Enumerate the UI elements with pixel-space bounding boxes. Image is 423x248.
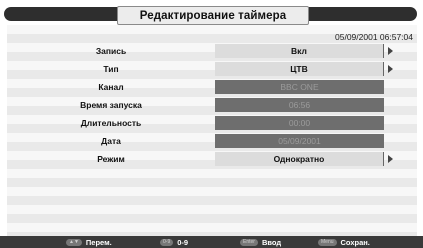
duration-value-field: 00:00: [215, 116, 384, 130]
row-start-time: Время запуска 06:56: [7, 97, 407, 113]
enter-key-icon: Enter: [240, 238, 258, 246]
menu-key-icon: Menu: [318, 238, 337, 246]
row-duration: Длительность 00:00: [7, 115, 407, 131]
hint-label: 0-9: [177, 237, 189, 247]
row-label: Запись: [95, 46, 127, 56]
type-value-field[interactable]: ЦТВ: [215, 62, 384, 76]
row-date: Дата 05/09/2001: [7, 133, 407, 149]
row-record[interactable]: Запись Вкл: [7, 43, 407, 59]
hint-enter: Enter Ввод: [240, 237, 282, 247]
hint-label: Перем.: [85, 237, 112, 247]
row-type[interactable]: Тип ЦТВ: [7, 61, 407, 77]
row-channel: Канал BBC ONE: [7, 79, 407, 95]
arrow-right-icon[interactable]: [388, 155, 393, 163]
row-mode[interactable]: Режим Однократно: [7, 151, 407, 167]
record-value-field[interactable]: Вкл: [215, 44, 384, 58]
updown-key-icon: ▲▼: [66, 238, 82, 246]
key-hints-bar: ▲▼ Перем. 0-9 0-9 Enter Ввод Menu Сохран…: [0, 236, 423, 248]
page-title: Редактирование таймера: [117, 6, 309, 25]
hint-digits: 0-9 0-9: [160, 237, 189, 247]
digits-key-icon: 0-9: [160, 238, 174, 246]
channel-value-field: BBC ONE: [215, 80, 384, 94]
row-label: Длительность: [80, 118, 142, 128]
start-time-value-field: 06:56: [215, 98, 384, 112]
current-datetime: 05/09/2001 06:57:04: [335, 32, 413, 42]
timer-edit-panel: 05/09/2001 06:57:04 Запись Вкл Тип ЦТВ К…: [7, 25, 417, 236]
row-label: Тип: [103, 64, 119, 74]
arrow-right-icon[interactable]: [388, 65, 393, 73]
hint-label: Сохран.: [340, 237, 370, 247]
date-value-field: 05/09/2001: [215, 134, 384, 148]
row-label: Время запуска: [80, 100, 142, 110]
row-label: Режим: [97, 154, 125, 164]
hint-label: Ввод: [261, 237, 282, 247]
hint-save: Menu Сохран.: [318, 237, 370, 247]
hint-navigate: ▲▼ Перем.: [66, 237, 112, 247]
arrow-right-icon[interactable]: [388, 47, 393, 55]
row-label: Дата: [101, 136, 121, 146]
mode-value-field[interactable]: Однократно: [215, 152, 384, 166]
row-label: Канал: [98, 82, 124, 92]
